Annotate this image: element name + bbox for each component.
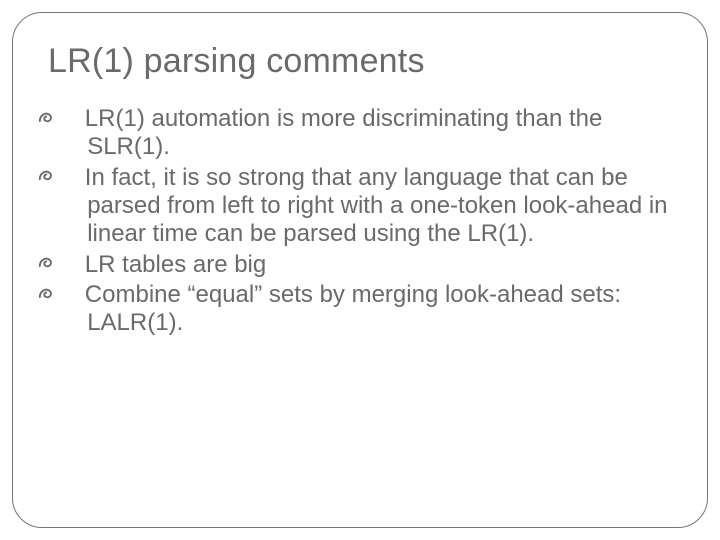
list-item-text: Combine “equal” sets by merging look-ahe… [85, 281, 621, 336]
bullet-icon [62, 281, 85, 309]
list-item: LR(1) automation is more discriminating … [62, 105, 668, 162]
list-item-text: LR(1) automation is more discriminating … [85, 105, 603, 160]
bullet-icon [62, 105, 85, 133]
list-item-text: LR tables are big [85, 251, 266, 278]
bullet-list: LR(1) automation is more discriminating … [62, 105, 668, 338]
slide-title: LR(1) parsing comments [48, 42, 686, 81]
list-item-text: In fact, it is so strong that any langua… [85, 164, 668, 248]
list-item: Combine “equal” sets by merging look-ahe… [62, 281, 668, 338]
slide: LR(1) parsing comments LR(1) automation … [0, 0, 720, 540]
bullet-icon [62, 251, 85, 279]
bullet-icon [62, 164, 85, 192]
list-item: In fact, it is so strong that any langua… [62, 164, 668, 249]
list-item: LR tables are big [62, 251, 668, 279]
